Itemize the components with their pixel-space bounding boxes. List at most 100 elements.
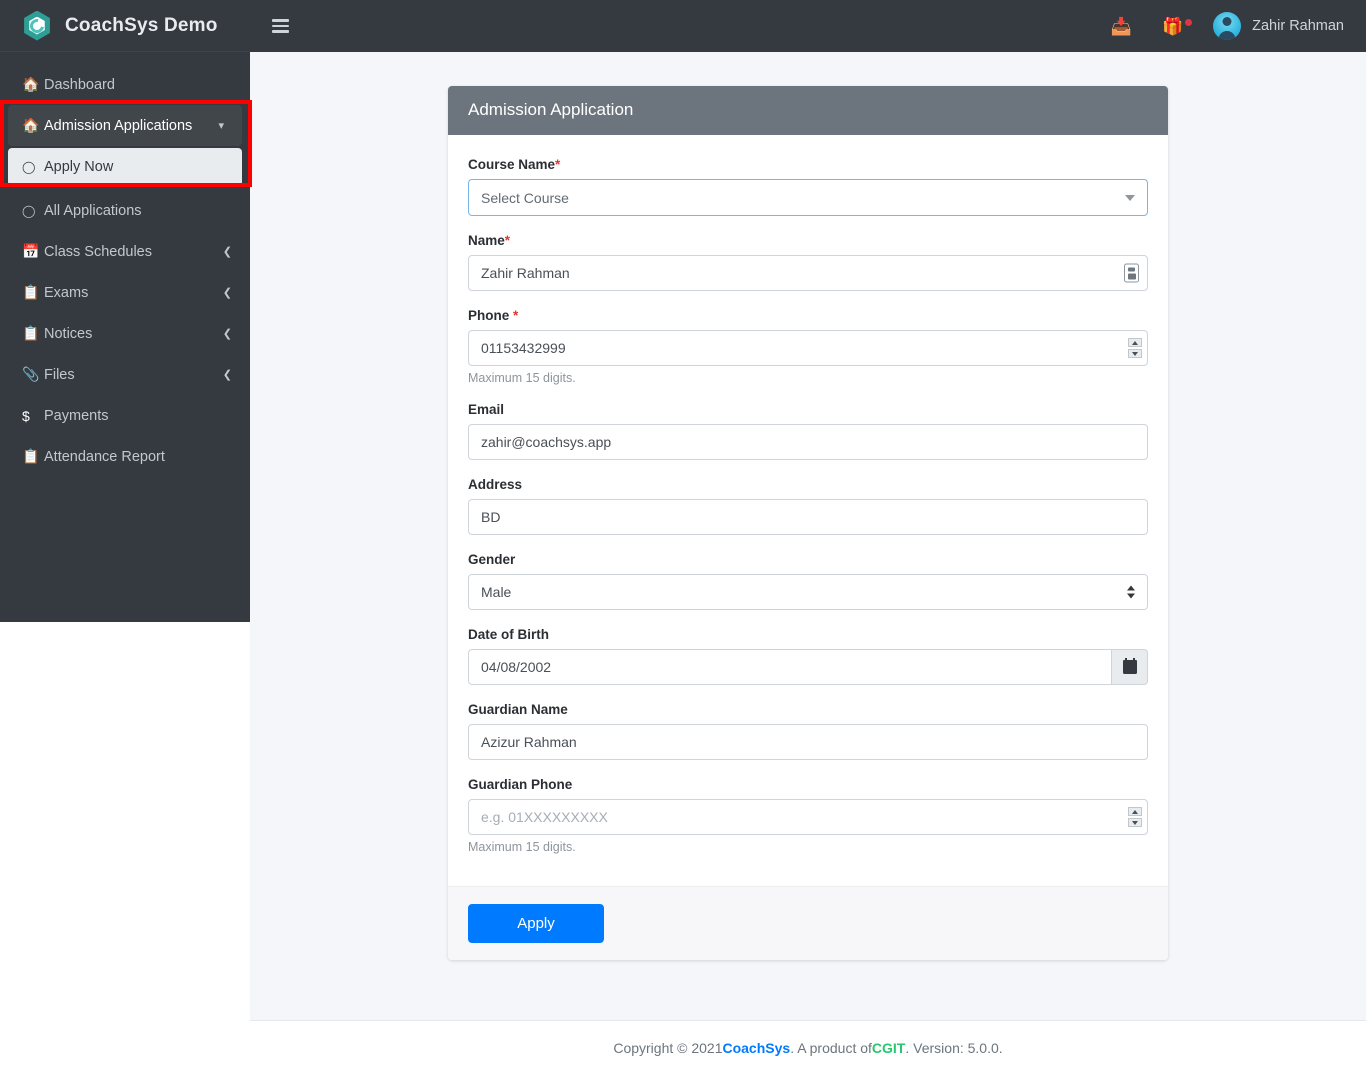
house-filled-icon: 🏠 [22, 117, 44, 134]
date-of-birth-label: Date of Birth [468, 627, 1148, 642]
phone-label: Phone * [468, 308, 1148, 323]
name-label: Name* [468, 233, 1148, 248]
footer-brand-link[interactable]: CoachSys [722, 1040, 790, 1056]
sidebar-item-label: Notices [44, 326, 223, 342]
number-stepper-icon[interactable] [1128, 807, 1142, 827]
footer-version-text: . Version: 5.0.0. [905, 1040, 1002, 1056]
sidebar-item-payments[interactable]: $ Payments [0, 395, 250, 436]
gender-select[interactable] [468, 574, 1148, 610]
sidebar-item-label: Files [44, 367, 223, 383]
brand-title: CoachSys Demo [65, 15, 218, 37]
required-marker: * [505, 233, 510, 248]
field-group-address: Address [468, 477, 1148, 535]
chevron-left-icon: ❮ [223, 368, 232, 381]
required-marker: * [513, 308, 518, 323]
calendar-check-icon: 📅 [22, 243, 44, 260]
sidebar: CoachSys Demo 🏠 Dashboard 🏠 Admission Ap… [0, 0, 250, 622]
apply-button[interactable]: Apply [468, 904, 604, 943]
footer-copyright-prefix: Copyright © 2021 [613, 1040, 722, 1056]
admission-form: Course Name* Select Course Name* [448, 135, 1168, 886]
sidebar-item-label: Dashboard [44, 77, 232, 93]
email-label: Email [468, 402, 1148, 417]
chevron-left-icon: ❮ [223, 327, 232, 340]
chevron-down-icon: ▾ [218, 119, 224, 132]
chevron-down-icon [1125, 195, 1135, 201]
hexagon-c-logo-icon [22, 11, 52, 41]
card-title: Admission Application [448, 86, 1168, 135]
sidebar-item-label: All Applications [44, 203, 232, 219]
footer-company-link[interactable]: CGIT [872, 1040, 905, 1056]
paperclip-icon: 📎 [22, 366, 44, 383]
sidebar-item-files[interactable]: 📎 Files ❮ [0, 354, 250, 395]
main-content: Admission Application Course Name* Selec… [250, 52, 1366, 1020]
application-root: CoachSys Demo 🏠 Dashboard 🏠 Admission Ap… [0, 0, 1366, 1074]
sidebar-item-label: Admission Applications [44, 118, 218, 134]
notification-dot [1185, 19, 1192, 26]
guardian-name-label: Guardian Name [468, 702, 1148, 717]
chevron-left-icon: ❮ [223, 245, 232, 258]
field-group-date-of-birth: Date of Birth [468, 627, 1148, 685]
sidebar-item-label: Exams [44, 285, 223, 301]
course-select[interactable]: Select Course [468, 179, 1148, 216]
clipboard-icon: 📋 [22, 448, 44, 465]
gift-icon[interactable]: 🎁 [1162, 18, 1183, 35]
address-input[interactable] [468, 499, 1148, 535]
chevron-left-icon: ❮ [223, 286, 232, 299]
guardian-phone-label: Guardian Phone [468, 777, 1148, 792]
sidebar-item-dashboard[interactable]: 🏠 Dashboard [0, 64, 250, 105]
field-group-course-name: Course Name* Select Course [468, 157, 1148, 216]
sidebar-submenu-admission: ◯ Apply Now [8, 148, 242, 186]
sidebar-item-exams[interactable]: 📋 Exams ❮ [0, 272, 250, 313]
circle-icon: ◯ [22, 160, 44, 174]
course-name-label: Course Name* [468, 157, 1148, 172]
calendar-icon [1123, 660, 1137, 674]
sidebar-item-class-schedules[interactable]: 📅 Class Schedules ❮ [0, 231, 250, 272]
user-name-label: Zahir Rahman [1252, 18, 1344, 34]
guardian-phone-input[interactable] [468, 799, 1148, 835]
sidebar-item-attendance-report[interactable]: 📋 Attendance Report [0, 436, 250, 477]
sidebar-item-apply-now[interactable]: ◯ Apply Now [8, 148, 242, 186]
phone-input[interactable] [468, 330, 1148, 366]
guardian-name-input[interactable] [468, 724, 1148, 760]
name-input[interactable] [468, 255, 1148, 291]
address-label: Address [468, 477, 1148, 492]
number-stepper-icon[interactable] [1128, 338, 1142, 358]
email-input[interactable] [468, 424, 1148, 460]
sidebar-nav: 🏠 Dashboard 🏠 Admission Applications ▾ ◯… [0, 52, 250, 477]
phone-help-text: Maximum 15 digits. [468, 371, 1148, 385]
sidebar-item-admission-applications[interactable]: 🏠 Admission Applications ▾ [8, 105, 242, 146]
field-group-gender: Gender [468, 552, 1148, 610]
gender-label: Gender [468, 552, 1148, 567]
sidebar-item-label: Class Schedules [44, 244, 223, 260]
copy-icon: 📋 [22, 284, 44, 301]
admission-application-card: Admission Application Course Name* Selec… [448, 86, 1168, 960]
field-group-guardian-name: Guardian Name [468, 702, 1148, 760]
circle-icon: ◯ [22, 204, 44, 218]
field-group-email: Email [468, 402, 1148, 460]
sidebar-item-label: Attendance Report [44, 449, 232, 465]
field-group-name: Name* [468, 233, 1148, 291]
home-icon: 🏠 [22, 76, 44, 93]
inbox-icon[interactable]: 📥 [1111, 18, 1132, 35]
field-group-guardian-phone: Guardian Phone Maximum 15 digits. [468, 777, 1148, 854]
calendar-picker-button[interactable] [1112, 649, 1148, 685]
date-of-birth-input[interactable] [468, 649, 1112, 685]
contact-card-icon[interactable] [1124, 264, 1139, 283]
card-footer: Apply [448, 886, 1168, 960]
sidebar-item-all-applications[interactable]: ◯ All Applications [0, 190, 250, 231]
brand-header[interactable]: CoachSys Demo [0, 0, 250, 52]
user-menu[interactable]: Zahir Rahman [1213, 12, 1344, 40]
guardian-phone-help-text: Maximum 15 digits. [468, 840, 1148, 854]
sidebar-item-notices[interactable]: 📋 Notices ❮ [0, 313, 250, 354]
dollar-icon: $ [22, 408, 44, 424]
course-select-value: Select Course [481, 190, 569, 206]
sidebar-item-label: Payments [44, 408, 232, 424]
field-group-phone: Phone * Maximum 15 digits. [468, 308, 1148, 385]
sidebar-item-label: Apply Now [44, 159, 224, 175]
required-marker: * [555, 157, 560, 172]
top-navbar: 📥 🎁 Zahir Rahman [250, 0, 1366, 52]
user-avatar-icon [1213, 12, 1241, 40]
hamburger-icon[interactable] [272, 19, 289, 33]
clipboard-icon: 📋 [22, 325, 44, 342]
footer-middle-text: . A product of [790, 1040, 872, 1056]
